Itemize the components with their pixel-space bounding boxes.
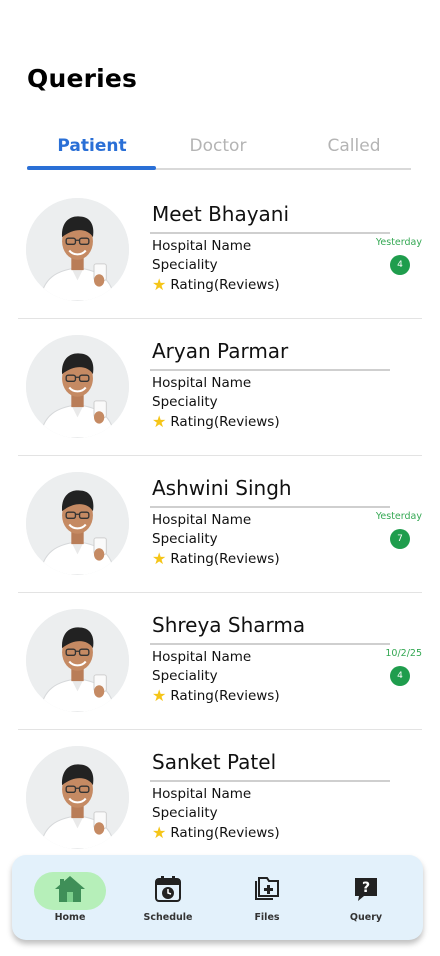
hospital-name: Hospital Name	[152, 238, 252, 254]
name-divider	[150, 369, 390, 371]
tab-called[interactable]: Called	[289, 136, 419, 156]
name-divider	[150, 232, 390, 234]
query-card[interactable]: Sanket Patel Hospital Name Speciality ★ …	[0, 730, 440, 867]
avatar	[26, 335, 129, 438]
query-name: Shreya Sharma	[152, 613, 306, 637]
query-list: Meet Bhayani Hospital Name Speciality ★ …	[0, 182, 440, 867]
active-tab-indicator	[27, 166, 156, 170]
doctor-photo-icon	[26, 746, 129, 849]
rating-text: Rating(Reviews)	[170, 688, 280, 704]
query-name: Ashwini Singh	[152, 476, 292, 500]
files-add-icon	[247, 871, 287, 907]
home-icon	[50, 871, 90, 907]
avatar	[26, 746, 129, 849]
nav-schedule[interactable]: Schedule	[128, 871, 208, 923]
doctor-photo-icon	[26, 198, 129, 301]
star-icon: ★	[152, 823, 167, 842]
name-divider	[150, 643, 390, 645]
speciality: Speciality	[152, 394, 218, 410]
hospital-name: Hospital Name	[152, 512, 252, 528]
unread-count-badge: 4	[390, 666, 410, 686]
query-time: 10/2/25	[385, 648, 422, 659]
query-card[interactable]: Ashwini Singh Hospital Name Speciality ★…	[0, 456, 440, 593]
svg-text:?: ?	[362, 880, 370, 896]
rating-text: Rating(Reviews)	[170, 551, 280, 567]
query-name: Sanket Patel	[152, 750, 277, 774]
rating: ★ Rating(Reviews)	[152, 823, 280, 842]
name-divider	[150, 506, 390, 508]
hospital-name: Hospital Name	[152, 649, 252, 665]
rating: ★ Rating(Reviews)	[152, 549, 280, 568]
bottom-navigation: Home Schedule Files ? Query	[12, 855, 423, 940]
avatar	[26, 198, 129, 301]
doctor-photo-icon	[26, 335, 129, 438]
avatar	[26, 472, 129, 575]
hospital-name: Hospital Name	[152, 786, 252, 802]
star-icon: ★	[152, 549, 167, 568]
star-icon: ★	[152, 275, 167, 294]
calendar-clock-icon	[148, 871, 188, 907]
rating: ★ Rating(Reviews)	[152, 275, 280, 294]
doctor-photo-icon	[26, 472, 129, 575]
tab-bar: Patient Doctor Called	[27, 130, 411, 172]
speciality: Speciality	[152, 531, 218, 547]
doctor-photo-icon	[26, 609, 129, 712]
name-divider	[150, 780, 390, 782]
unread-count-badge: 7	[390, 529, 410, 549]
tab-doctor[interactable]: Doctor	[157, 136, 279, 156]
speciality: Speciality	[152, 257, 218, 273]
nav-files[interactable]: Files	[227, 871, 307, 923]
query-time: Yesterday	[375, 237, 422, 248]
star-icon: ★	[152, 412, 167, 431]
query-name: Meet Bhayani	[152, 202, 290, 226]
nav-schedule-label: Schedule	[143, 912, 193, 923]
unread-count-badge: 4	[390, 255, 410, 275]
speciality: Speciality	[152, 805, 218, 821]
query-card[interactable]: Aryan Parmar Hospital Name Speciality ★ …	[0, 319, 440, 456]
rating-text: Rating(Reviews)	[170, 414, 280, 430]
nav-home-label: Home	[54, 912, 86, 923]
nav-query[interactable]: ? Query	[326, 871, 406, 923]
rating: ★ Rating(Reviews)	[152, 412, 280, 431]
nav-home[interactable]: Home	[30, 871, 110, 923]
rating: ★ Rating(Reviews)	[152, 686, 280, 705]
nav-query-label: Query	[349, 912, 383, 923]
page-title: Queries	[27, 64, 138, 93]
speciality: Speciality	[152, 668, 218, 684]
avatar	[26, 609, 129, 712]
star-icon: ★	[152, 686, 167, 705]
nav-files-label: Files	[254, 912, 280, 923]
query-name: Aryan Parmar	[152, 339, 289, 363]
question-chat-icon: ?	[346, 871, 386, 907]
tab-patient[interactable]: Patient	[27, 136, 157, 156]
query-time: Yesterday	[375, 511, 422, 522]
rating-text: Rating(Reviews)	[170, 825, 280, 841]
query-card[interactable]: Meet Bhayani Hospital Name Speciality ★ …	[0, 182, 440, 319]
hospital-name: Hospital Name	[152, 375, 252, 391]
query-card[interactable]: Shreya Sharma Hospital Name Speciality ★…	[0, 593, 440, 730]
rating-text: Rating(Reviews)	[170, 277, 280, 293]
